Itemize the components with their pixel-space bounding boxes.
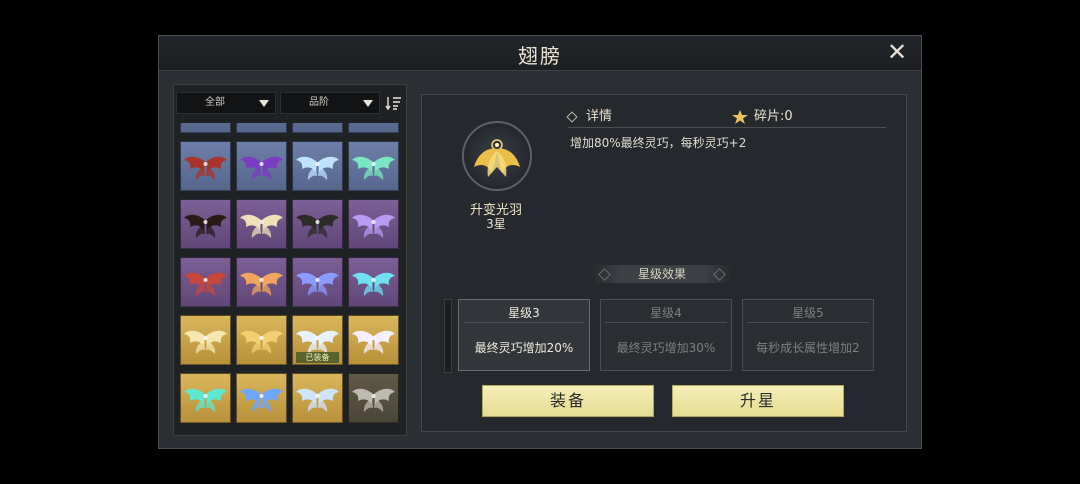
wing-list-pane: 全部 品阶 已装备 (173, 84, 407, 436)
wing-icon (352, 214, 395, 238)
star-level-card[interactable]: 星级5 每秒成长属性增加2 (742, 299, 874, 371)
wing-slot[interactable] (180, 199, 231, 249)
golden-wing-icon (474, 139, 520, 177)
detail-section-header: 详情 (566, 105, 613, 124)
wing-icon (184, 388, 227, 412)
chevron-down-icon (259, 100, 269, 107)
wings-panel: 翅膀 ✕ 全部 品阶 已装备 升变光羽 3星 详情 碎片:0 增加80%最终灵巧… (158, 35, 922, 449)
star-effect-text: 最终灵巧增加20% (474, 341, 574, 355)
star-effect-text: 最终灵巧增加30% (616, 341, 716, 355)
wing-icon (296, 272, 339, 296)
wing-icon (184, 330, 227, 354)
wing-slot[interactable] (348, 373, 399, 423)
wing-detail-pane: 升变光羽 3星 详情 碎片:0 增加80%最终灵巧，每秒灵巧+2 星级效果 星级… (421, 94, 907, 432)
equipped-badge: 已装备 (296, 352, 339, 363)
wing-slot[interactable] (292, 141, 343, 191)
wing-slot[interactable] (348, 141, 399, 191)
wing-icon (240, 272, 283, 296)
star-effect-text: 每秒成长属性增加2 (756, 341, 860, 355)
wing-star-level: 3星 (486, 217, 506, 231)
wing-icon (296, 156, 339, 180)
category-filter-label: 全部 (205, 97, 225, 108)
wing-icon (352, 156, 395, 180)
quality-filter-label: 品阶 (309, 97, 329, 108)
star-level-card[interactable]: 星级3 最终灵巧增加20% (458, 299, 590, 371)
wing-grid: 已装备 (180, 123, 402, 431)
quality-filter-dropdown[interactable]: 品阶 (280, 92, 380, 114)
wing-description: 增加80%最终灵巧，每秒灵巧+2 (570, 136, 747, 150)
wing-slot[interactable] (348, 257, 399, 307)
wing-slot[interactable] (180, 257, 231, 307)
diamond-icon (566, 110, 578, 123)
wing-slot[interactable] (292, 123, 343, 133)
shard-label: 碎片:0 (754, 109, 793, 124)
selected-wing-icon (462, 121, 532, 191)
upgrade-star-button[interactable]: 升星 (672, 385, 844, 417)
star-level-label: 星级3 (508, 306, 540, 320)
wing-slot[interactable] (236, 257, 287, 307)
shard-icon (732, 109, 748, 124)
wing-slot[interactable] (180, 373, 231, 423)
wing-slot[interactable] (348, 123, 399, 133)
wing-slot[interactable] (180, 315, 231, 365)
equip-button[interactable]: 装备 (482, 385, 654, 417)
wing-icon (296, 388, 339, 412)
star-scroll-indicator (444, 299, 452, 373)
wing-slot[interactable]: 已装备 (292, 315, 343, 365)
wing-icon (352, 330, 395, 354)
wing-slot[interactable] (292, 257, 343, 307)
wing-icon (184, 156, 227, 180)
wing-icon (184, 272, 227, 296)
chevron-down-icon (363, 100, 373, 107)
close-button[interactable]: ✕ (883, 38, 911, 66)
star-level-card[interactable]: 星级4 最终灵巧增加30% (600, 299, 732, 371)
wing-icon (240, 388, 283, 412)
category-filter-dropdown[interactable]: 全部 (176, 92, 276, 114)
wing-slot[interactable] (236, 123, 287, 133)
wing-icon (296, 214, 339, 238)
star-level-label: 星级4 (650, 306, 682, 320)
wing-icon (184, 214, 227, 238)
wing-icon (240, 214, 283, 238)
title-bar: 翅膀 ✕ (159, 36, 921, 71)
star-level-label: 星级5 (792, 306, 824, 320)
sort-button[interactable] (385, 94, 403, 112)
wing-slot[interactable] (348, 315, 399, 365)
wing-slot[interactable] (236, 199, 287, 249)
detail-label: 详情 (586, 109, 613, 124)
wing-slot[interactable] (292, 199, 343, 249)
card-divider (605, 322, 727, 323)
wing-slot[interactable] (236, 141, 287, 191)
wing-icon (240, 330, 283, 354)
wing-slot[interactable] (348, 199, 399, 249)
wing-slot[interactable] (292, 373, 343, 423)
close-icon: ✕ (886, 38, 908, 66)
card-divider (747, 322, 869, 323)
wing-icon (240, 156, 283, 180)
sort-icon (385, 97, 401, 111)
wing-slot[interactable] (180, 141, 231, 191)
wing-slot[interactable] (236, 373, 287, 423)
wing-icon (352, 272, 395, 296)
wing-slot[interactable] (236, 315, 287, 365)
wing-icon (352, 388, 395, 412)
panel-title: 翅膀 (518, 44, 562, 68)
wing-slot[interactable] (180, 123, 231, 133)
star-effect-title: 星级效果 (592, 265, 732, 283)
card-divider (463, 322, 585, 323)
shard-count: 碎片:0 (732, 105, 793, 124)
detail-divider (568, 127, 886, 128)
